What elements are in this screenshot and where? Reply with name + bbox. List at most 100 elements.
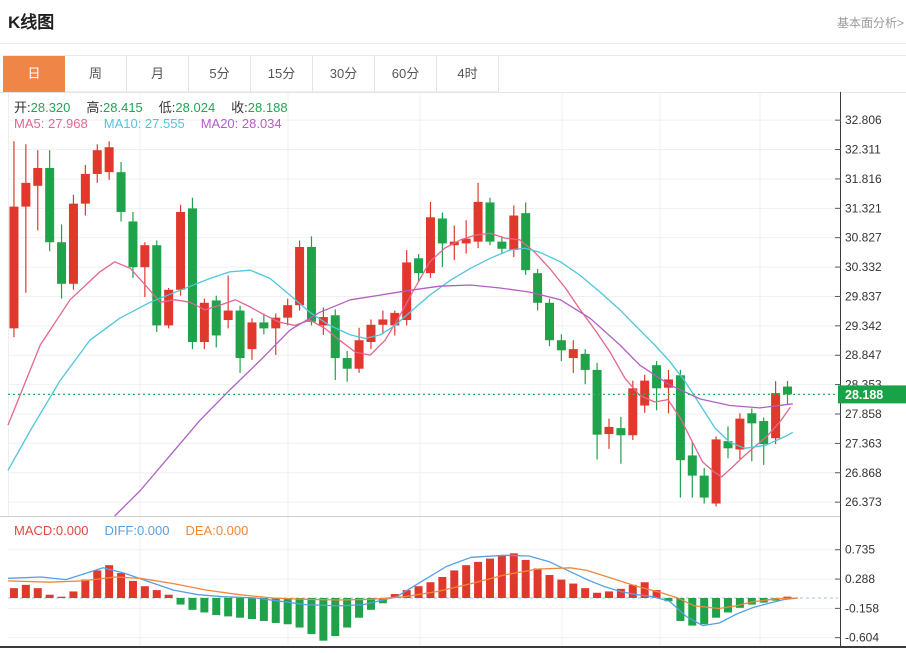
candle-body	[68, 203, 78, 284]
macd-axis-label: -0.158	[845, 601, 879, 615]
macd-bar	[723, 598, 732, 613]
price-axis-label: 30.332	[845, 260, 882, 274]
price-axis-label: 29.342	[845, 319, 882, 333]
macd-bar	[343, 598, 352, 628]
tab-week[interactable]: 周	[65, 56, 127, 92]
candle-body	[366, 324, 376, 343]
macd-bar	[545, 575, 554, 598]
candle-body	[628, 388, 638, 436]
macd-bar	[176, 598, 185, 605]
candle-body	[640, 380, 650, 406]
candle-body	[568, 349, 578, 359]
price-axis-label: 27.363	[845, 436, 882, 450]
macd-bar	[426, 582, 435, 598]
macd-bar	[212, 598, 221, 616]
tab-60min[interactable]: 60分	[375, 56, 437, 92]
candle-body	[544, 302, 554, 341]
macd-bar	[628, 584, 637, 598]
macd-bar	[140, 586, 149, 598]
candle-body	[176, 211, 186, 290]
kline-chart-canvas[interactable]: 32.806 32.311 31.816 31.321 30.827 30.332 29.8…	[0, 92, 906, 653]
macd-bar	[450, 570, 459, 598]
page-title: K线图	[8, 13, 55, 32]
macd-bar	[93, 570, 102, 598]
candle-body	[354, 340, 364, 369]
macd-bar	[57, 596, 66, 598]
macd-bar	[21, 584, 30, 598]
tab-30min[interactable]: 30分	[313, 56, 375, 92]
macd-bar	[247, 598, 256, 620]
current-price-badge-text: 28.188	[845, 388, 883, 402]
candle-body	[128, 221, 138, 268]
macd-bar	[331, 598, 340, 637]
tab-4hour[interactable]: 4时	[437, 56, 499, 92]
macd-bar	[355, 598, 364, 618]
candle-body	[80, 173, 90, 204]
price-axis-label: 26.868	[845, 466, 882, 480]
macd-bar	[438, 576, 447, 598]
macd-bar	[81, 579, 90, 598]
candle-body	[235, 310, 245, 359]
macd-bar	[45, 594, 54, 598]
tab-5min[interactable]: 5分	[189, 56, 251, 92]
macd-bar	[188, 598, 197, 610]
macd-bar	[224, 598, 233, 617]
candle-body	[57, 242, 67, 284]
macd-bar	[604, 591, 613, 598]
candle-body	[295, 246, 305, 306]
macd-axis-label: -0.604	[845, 631, 879, 645]
candle-body	[21, 182, 31, 207]
header-divider	[0, 43, 906, 44]
candle-body	[759, 420, 769, 445]
candle-body	[699, 475, 709, 498]
candle-body	[187, 208, 197, 343]
fundamental-analysis-link[interactable]: 基本面分析>	[837, 14, 904, 31]
price-axis-label: 31.816	[845, 172, 882, 186]
price-axis-label: 32.806	[845, 113, 882, 127]
ma10-line	[7, 247, 794, 471]
candle-body	[140, 245, 150, 268]
macd-bar	[462, 565, 471, 598]
candle-body	[92, 150, 102, 174]
macd-axis-label: 0.735	[845, 543, 875, 557]
price-axis-label: 31.321	[845, 201, 882, 215]
candle-body	[342, 358, 352, 369]
price-axis-label: 30.827	[845, 231, 882, 245]
candle-body	[247, 322, 257, 350]
tab-15min[interactable]: 15分	[251, 56, 313, 92]
macd-bar	[9, 588, 18, 598]
macd-bar	[521, 559, 530, 598]
candle-body	[223, 310, 233, 321]
macd-bar	[414, 586, 423, 598]
macd-bar	[533, 568, 542, 598]
candle-body	[104, 147, 114, 173]
tab-month[interactable]: 月	[127, 56, 189, 92]
candle-body	[497, 241, 507, 249]
candle-body	[509, 215, 519, 250]
candle-body	[556, 340, 566, 351]
candle-body	[771, 393, 781, 439]
candle-body	[592, 369, 602, 435]
candle-body	[425, 217, 435, 274]
macd-bar	[259, 598, 268, 621]
macd-bar	[474, 561, 483, 598]
candle-body	[45, 168, 55, 243]
candle-body	[259, 322, 269, 329]
candle-body	[283, 305, 293, 318]
candle-body	[747, 413, 757, 424]
tab-day[interactable]: 日	[3, 56, 65, 92]
candle-body	[33, 168, 43, 186]
macd-bar	[593, 592, 602, 598]
macd-bar	[581, 588, 590, 598]
candle-body	[533, 273, 543, 303]
macd-bar	[735, 598, 744, 608]
macd-bar	[700, 598, 709, 625]
macd-bar	[200, 598, 209, 613]
macd-bar	[557, 579, 566, 598]
kline-chart-area: 32.806 32.311 31.816 31.321 30.827 30.332 29.8…	[0, 92, 906, 653]
candle-body	[437, 218, 447, 244]
tab-strip-filler	[499, 56, 906, 92]
macd-bar	[236, 598, 245, 618]
candle-body	[116, 172, 126, 212]
candle-body	[378, 319, 388, 325]
